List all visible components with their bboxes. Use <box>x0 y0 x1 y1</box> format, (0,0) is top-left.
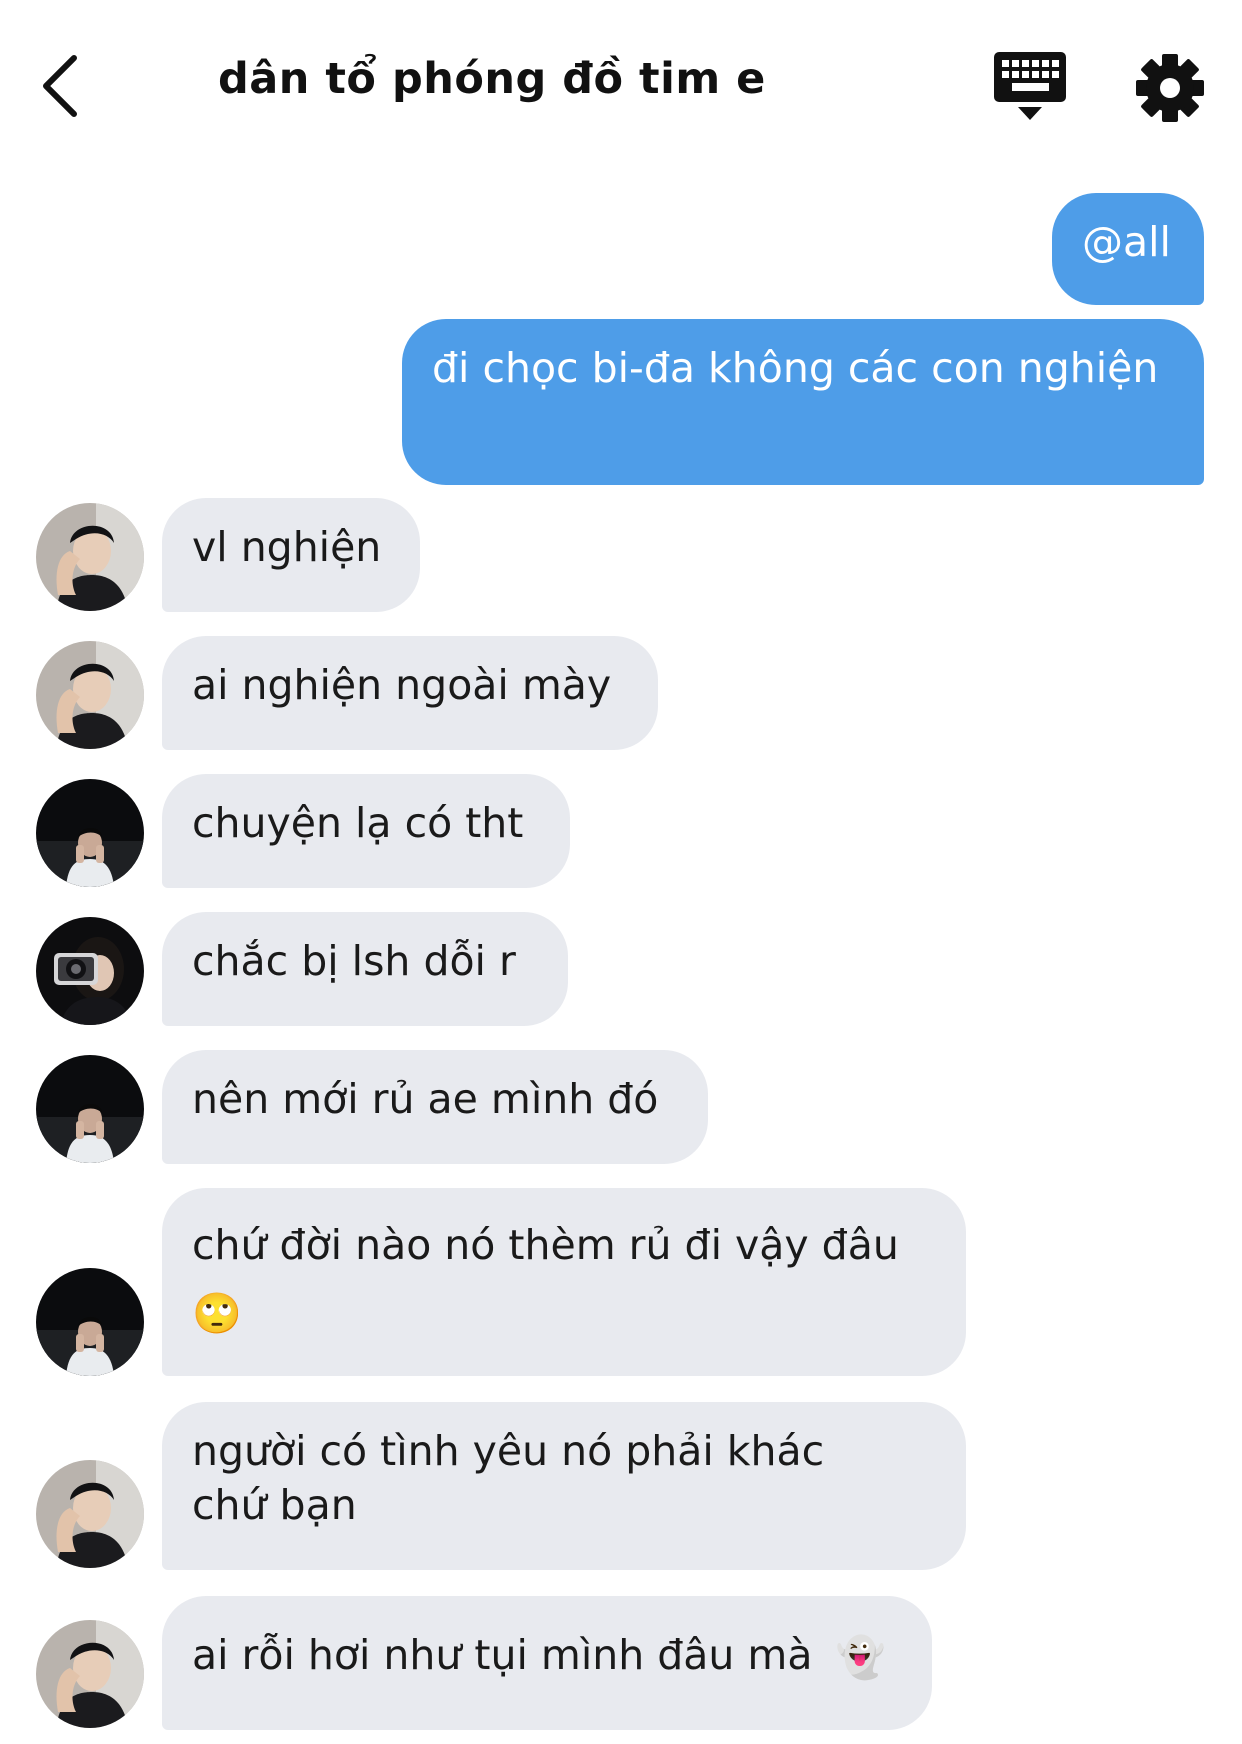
message-bubble-incoming[interactable]: nên mới rủ ae mình đó <box>162 1050 708 1164</box>
message-text: chắc bị lsh dỗi r <box>192 937 516 985</box>
avatar-photo-icon <box>36 1460 144 1568</box>
message-bubble-incoming[interactable]: ai rỗi hơi như tụi mình đâu mà 👻 <box>162 1596 932 1730</box>
avatar-photo-icon <box>36 917 144 1025</box>
message-bubble-incoming[interactable]: chắc bị lsh dỗi r <box>162 912 568 1026</box>
chat-header: dân tổ phóng đồ tim e <box>0 0 1242 170</box>
message-text: chứ đời nào nó thèm rủ đi vậy đâu <box>192 1221 899 1269</box>
eye-roll-emoji-icon: 🙄 <box>192 1291 242 1337</box>
message-text: chuyện lạ có tht <box>192 799 524 847</box>
message-bubble-incoming[interactable]: chứ đời nào nó thèm rủ đi vậy đâu 🙄 <box>162 1188 966 1376</box>
avatar-photo-icon <box>36 1268 144 1376</box>
avatar-photo-icon <box>36 1055 144 1163</box>
message-text: ai rỗi hơi như tụi mình đâu mà <box>192 1631 813 1679</box>
avatar-photo-icon <box>36 641 144 749</box>
chevron-left-icon <box>43 55 77 117</box>
avatar[interactable] <box>36 503 144 611</box>
message-text: @all <box>1082 218 1171 266</box>
avatar-photo-icon <box>36 1620 144 1728</box>
avatar[interactable] <box>36 1620 144 1728</box>
message-text: ai nghiện ngoài mày <box>192 661 612 709</box>
message-text: vl nghiện <box>192 523 382 571</box>
message-bubble-incoming[interactable]: ai nghiện ngoài mày <box>162 636 658 750</box>
back-button[interactable] <box>36 46 96 126</box>
avatar[interactable] <box>36 1268 144 1376</box>
chat-title: dân tổ phóng đồ tim e <box>218 54 766 104</box>
avatar[interactable] <box>36 917 144 1025</box>
message-text: người có tình yêu nó phải khác chứ bạn <box>192 1427 825 1529</box>
avatar[interactable] <box>36 779 144 887</box>
avatar-photo-icon <box>36 779 144 887</box>
message-text: đi chọc bi-đa không các con nghiện <box>432 344 1159 392</box>
avatar-photo-icon <box>36 503 144 611</box>
message-text: nên mới rủ ae mình đó <box>192 1075 659 1123</box>
message-bubble-outgoing[interactable]: @all <box>1052 193 1204 305</box>
message-bubble-outgoing[interactable]: đi chọc bi-đa không các con nghiện <box>402 319 1204 485</box>
keyboard-icon <box>994 52 1066 120</box>
message-bubble-incoming[interactable]: chuyện lạ có tht <box>162 774 570 888</box>
avatar[interactable] <box>36 1460 144 1568</box>
avatar[interactable] <box>36 641 144 749</box>
keyboard-button[interactable] <box>990 50 1070 122</box>
avatar[interactable] <box>36 1055 144 1163</box>
settings-button[interactable] <box>1130 48 1210 128</box>
ghost-emoji-icon: 👻 <box>835 1635 886 1681</box>
message-bubble-incoming[interactable]: người có tình yêu nó phải khác chứ bạn <box>162 1402 966 1570</box>
gear-icon <box>1136 54 1204 122</box>
message-bubble-incoming[interactable]: vl nghiện <box>162 498 420 612</box>
